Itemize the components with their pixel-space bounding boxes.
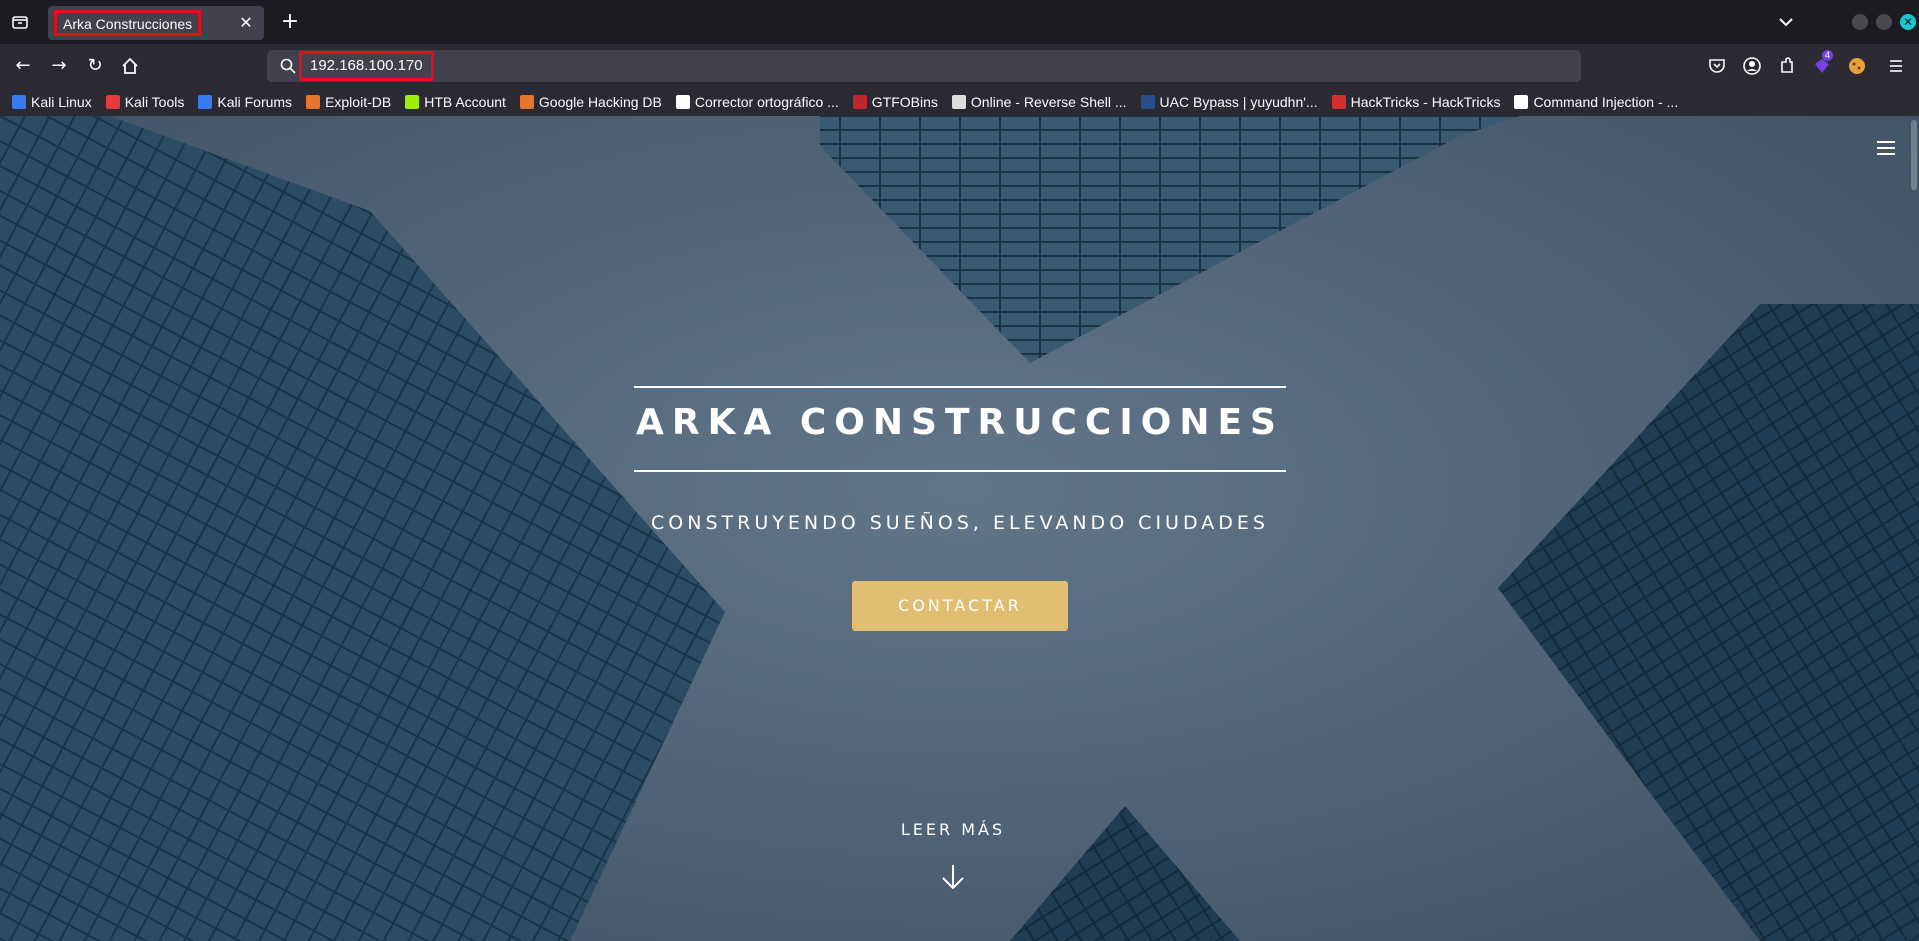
home-icon[interactable] — [120, 56, 140, 76]
page-viewport: ARKA CONSTRUCCIONES CONSTRUYENDO SUEÑOS,… — [0, 116, 1919, 941]
htb-icon — [405, 95, 420, 109]
bookmark-item[interactable]: Online - Reverse Shell ... — [951, 94, 1127, 110]
exploit-db-icon — [306, 95, 321, 109]
gtfobins-icon — [852, 95, 867, 109]
bookmark-label: GTFOBins — [871, 94, 938, 110]
address-bar[interactable]: 192.168.100.170 — [267, 50, 1581, 82]
navigation-bar: ← → ↻ 192.168.100.170 4 — [0, 44, 1919, 88]
bookmark-item[interactable]: HTB Account — [405, 94, 506, 110]
bookmark-label: Command Injection - ... — [1533, 94, 1679, 110]
skull-icon — [951, 95, 966, 109]
url-text[interactable]: 192.168.100.170 — [299, 51, 434, 81]
bookmark-item[interactable]: Exploit-DB — [306, 94, 391, 110]
pocket-icon[interactable] — [1707, 56, 1727, 76]
account-icon[interactable] — [1742, 56, 1762, 76]
kali-tools-icon — [105, 95, 120, 109]
bookmark-item[interactable]: Google Hacking DB — [519, 94, 662, 110]
tab-list-icon[interactable] — [10, 12, 30, 32]
extension-badge: 4 — [1822, 50, 1834, 61]
bookmark-label: Kali Forums — [217, 94, 293, 110]
extensions-icon[interactable] — [1777, 56, 1797, 76]
bookmark-item[interactable]: Kali Forums — [198, 94, 292, 110]
page-subtitle: CONSTRUYENDO SUEÑOS, ELEVANDO CIUDADES — [651, 512, 1269, 534]
cookie-extension-icon[interactable] — [1847, 56, 1867, 76]
command-injection-icon — [1514, 95, 1529, 109]
bookmark-item[interactable]: UAC Bypass | yuyudhn'... — [1140, 94, 1318, 110]
read-more-link[interactable]: LEER MÁS — [853, 820, 1053, 839]
title-top-rule — [634, 386, 1286, 388]
maximize-window-icon[interactable] — [1876, 14, 1892, 30]
tab-bar: Arka Construcciones ✕ + ✕ — [0, 0, 1919, 44]
bookmark-label: HTB Account — [424, 94, 506, 110]
bookmark-label: HackTricks - HackTricks — [1350, 94, 1501, 110]
bookmark-item[interactable]: GTFOBins — [852, 94, 938, 110]
close-tab-icon[interactable]: ✕ — [236, 13, 256, 33]
forward-icon[interactable]: → — [47, 54, 71, 78]
bookmark-label: UAC Bypass | yuyudhn'... — [1159, 94, 1318, 110]
foxyproxy-extension-icon[interactable]: 4 — [1812, 50, 1834, 76]
bookmark-label: Kali Tools — [124, 94, 185, 110]
bookmark-label: Corrector ortográfico ... — [694, 94, 839, 110]
hero-section: ARKA CONSTRUCCIONES CONSTRUYENDO SUEÑOS,… — [0, 116, 1919, 941]
bookmark-item[interactable]: HackTricks - HackTricks — [1331, 94, 1501, 110]
bookmark-item[interactable]: Kali Linux — [12, 94, 92, 110]
bookmark-label: Exploit-DB — [325, 94, 392, 110]
contact-button[interactable]: CONTACTAR — [852, 581, 1068, 631]
search-icon — [280, 58, 296, 74]
bookmark-item[interactable]: Kali Tools — [105, 94, 185, 110]
arrow-down-icon[interactable] — [936, 860, 970, 894]
back-icon[interactable]: ← — [11, 54, 35, 78]
active-tab[interactable]: Arka Construcciones ✕ — [48, 6, 264, 40]
menu-icon[interactable] — [1886, 56, 1906, 76]
chevron-down-icon[interactable] — [1776, 12, 1796, 32]
bookmarks-toolbar: Kali Linux Kali Tools Kali Forums Exploit-D… — [0, 88, 1919, 116]
new-tab-icon[interactable]: + — [278, 10, 302, 34]
bookmark-label: Online - Reverse Shell ... — [970, 94, 1127, 110]
title-bottom-rule — [634, 470, 1286, 472]
kali-forums-icon — [198, 95, 213, 109]
reload-icon[interactable]: ↻ — [83, 54, 107, 78]
uac-icon — [1140, 95, 1155, 109]
minimize-window-icon[interactable] — [1852, 14, 1868, 30]
bookmark-item[interactable]: Command Injection - ... — [1514, 94, 1678, 110]
tab-title: Arka Construcciones — [54, 10, 202, 36]
bookmark-label: Google Hacking DB — [538, 94, 662, 110]
hacktricks-icon — [1331, 95, 1346, 109]
close-window-icon[interactable]: ✕ — [1900, 14, 1916, 30]
corrector-icon — [675, 95, 690, 109]
bookmark-item[interactable]: Corrector ortográfico ... — [675, 94, 839, 110]
bookmark-label: Kali Linux — [31, 94, 92, 110]
page-title: ARKA CONSTRUCCIONES — [636, 402, 1284, 443]
kali-icon — [12, 95, 26, 109]
ghdb-icon — [519, 95, 534, 109]
